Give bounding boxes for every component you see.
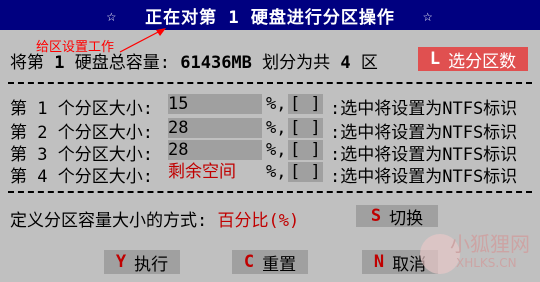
percent-sign: %, xyxy=(266,140,287,160)
partition-label: 第 1 个分区大小: xyxy=(10,99,153,119)
select-partition-count-button[interactable]: L 选分区数 xyxy=(418,47,528,72)
partition-unit: 区 xyxy=(360,53,378,73)
reset-button[interactable]: C 重置 xyxy=(232,250,308,275)
star-icon-left: ☆ xyxy=(106,5,118,25)
ntfs-checkbox[interactable]: [ ] xyxy=(288,94,323,114)
ntfs-label: :选中将设置为NTFS标识 xyxy=(330,167,518,187)
capacity-row: 将第 1 硬盘总容量: 61436MB 划分为共 4 区 xyxy=(10,48,378,73)
execute-hotkey: Y xyxy=(115,252,127,272)
capacity-prefix: 将第 xyxy=(10,53,44,73)
partition-size-remaining: 剩余空间 xyxy=(168,162,236,182)
partition-label: 第 4 个分区大小: xyxy=(10,167,153,187)
switch-label: 切换 xyxy=(389,208,424,229)
watermark-cn: 小狐狸网 xyxy=(450,232,530,256)
star-icon-right: ☆ xyxy=(422,5,434,25)
cancel-hotkey: N xyxy=(373,252,385,272)
partition-size-input[interactable]: 28 xyxy=(168,118,262,138)
percent-sign: %, xyxy=(266,94,287,114)
ntfs-checkbox[interactable]: [ ] xyxy=(288,140,323,160)
method-value: 百分比(%) xyxy=(217,211,300,231)
partition-count: 4 xyxy=(340,53,351,73)
execute-label: 执行 xyxy=(134,254,169,275)
select-label: 选分区数 xyxy=(448,51,517,72)
method-label: 定义分区容量大小的方式: xyxy=(10,211,208,231)
ntfs-label: :选中将设置为NTFS标识 xyxy=(330,99,518,119)
divider-bottom xyxy=(8,191,532,193)
percent-sign: %, xyxy=(266,118,287,138)
reset-label: 重置 xyxy=(262,254,297,275)
switch-hotkey: S xyxy=(370,206,382,226)
execute-button[interactable]: Y 执行 xyxy=(104,250,180,275)
select-hotkey: L xyxy=(429,49,441,69)
percent-sign: %, xyxy=(266,162,287,182)
watermark-en: XHLKS.CN xyxy=(456,256,517,270)
switch-button[interactable]: S 切换 xyxy=(356,205,438,229)
partition-size-input[interactable]: 15 xyxy=(168,94,262,114)
capacity-label: 硬盘总容量: xyxy=(74,53,170,73)
title-bar: ☆ 正在对第 1 硬盘进行分区操作 ☆ xyxy=(0,0,540,30)
method-row: 定义分区容量大小的方式: 百分比(%) xyxy=(10,206,299,231)
disk-size: 61436MB xyxy=(180,53,252,73)
partition-size-input[interactable]: 28 xyxy=(168,140,262,160)
reset-hotkey: C xyxy=(243,252,255,272)
title-text: 正在对第 1 硬盘进行分区操作 xyxy=(145,7,395,28)
disk-number: 1 xyxy=(54,53,65,73)
ntfs-checkbox[interactable]: [ ] xyxy=(288,162,323,182)
divider-top xyxy=(8,82,532,84)
divide-text: 划分为共 xyxy=(262,53,331,73)
ntfs-checkbox[interactable]: [ ] xyxy=(288,118,323,138)
